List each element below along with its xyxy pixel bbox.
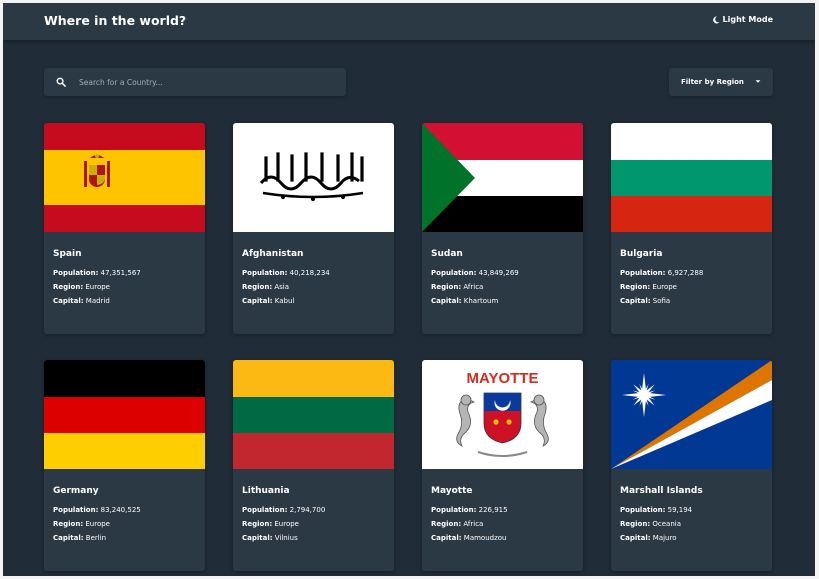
country-card-germany[interactable]: Germany Population: 83,240,525 Region: E…: [44, 360, 205, 571]
country-name: Afghanistan: [242, 249, 304, 259]
chevron-down-icon: [755, 80, 761, 83]
region-line: Region: Africa: [431, 283, 484, 291]
population-line: Population: 226,915: [431, 506, 508, 514]
population-line: Population: 47,351,567: [53, 269, 141, 277]
country-name: Mayotte: [431, 486, 473, 496]
capital-line: Capital: Sofia: [620, 297, 671, 305]
app-title: Where in the world?: [44, 13, 187, 28]
population-line: Population: 40,218,234: [242, 269, 330, 277]
spain-flag: [44, 123, 205, 232]
sudan-flag: [422, 123, 583, 232]
capital-line: Capital: Khartoum: [431, 297, 499, 305]
country-card-marshall-islands[interactable]: Marshall Islands Population: 59,194 Regi…: [611, 360, 772, 571]
app: Where in the world? Light Mode Filter by…: [3, 3, 815, 576]
search-input[interactable]: [79, 68, 334, 96]
country-name: Germany: [53, 486, 99, 496]
region-line: Region: Europe: [53, 520, 110, 528]
region-line: Region: Europe: [620, 283, 677, 291]
population-line: Population: 43,849,269: [431, 269, 519, 277]
country-name: Bulgaria: [620, 249, 663, 259]
marshall-islands-flag: [611, 360, 772, 469]
mayotte-flag: MAYOTTE: [422, 360, 583, 469]
theme-toggle-button[interactable]: Light Mode: [712, 15, 773, 24]
region-line: Region: Africa: [431, 520, 484, 528]
capital-line: Capital: Kabul: [242, 297, 295, 305]
region-line: Region: Oceania: [620, 520, 682, 528]
country-card-sudan[interactable]: Sudan Population: 43,849,269 Region: Afr…: [422, 123, 583, 334]
population-line: Population: 83,240,525: [53, 506, 141, 514]
country-card-spain[interactable]: Spain Population: 47,351,567 Region: Eur…: [44, 123, 205, 334]
capital-line: Capital: Mamoudzou: [431, 534, 507, 542]
country-name: Marshall Islands: [620, 486, 703, 496]
mayotte-flag-text: MAYOTTE: [467, 370, 539, 387]
region-line: Region: Europe: [53, 283, 110, 291]
capital-line: Capital: Berlin: [53, 534, 107, 542]
country-card-mayotte[interactable]: MAYOTTE Mayotte Population: 226,915 Regi…: [422, 360, 583, 571]
capital-line: Capital: Madrid: [53, 297, 110, 305]
search-box: [44, 68, 346, 96]
region-filter-dropdown[interactable]: Filter by Region: [669, 68, 773, 96]
country-card-lithuania[interactable]: Lithuania Population: 2,794,700 Region: …: [233, 360, 394, 571]
region-line: Region: Asia: [242, 283, 290, 291]
country-card-bulgaria[interactable]: Bulgaria Population: 6,927,288 Region: E…: [611, 123, 772, 334]
search-icon: [56, 77, 66, 87]
capital-line: Capital: Vilnius: [242, 534, 298, 542]
moon-icon: [712, 15, 720, 23]
country-name: Sudan: [431, 249, 463, 259]
lithuania-flag: [233, 360, 394, 469]
population-line: Population: 2,794,700: [242, 506, 326, 514]
region-line: Region: Europe: [242, 520, 299, 528]
afghanistan-flag: [233, 123, 394, 232]
germany-flag: [44, 360, 205, 469]
filter-label: Filter by Region: [681, 78, 744, 86]
bulgaria-flag: [611, 123, 772, 232]
header: Where in the world? Light Mode: [3, 3, 815, 40]
population-line: Population: 59,194: [620, 506, 693, 514]
capital-line: Capital: Majuro: [620, 534, 677, 542]
country-name: Spain: [53, 249, 82, 259]
country-card-afghanistan[interactable]: Afghanistan Population: 40,218,234 Regio…: [233, 123, 394, 334]
theme-toggle-label: Light Mode: [722, 15, 773, 24]
country-name: Lithuania: [242, 486, 290, 496]
population-line: Population: 6,927,288: [620, 269, 704, 277]
